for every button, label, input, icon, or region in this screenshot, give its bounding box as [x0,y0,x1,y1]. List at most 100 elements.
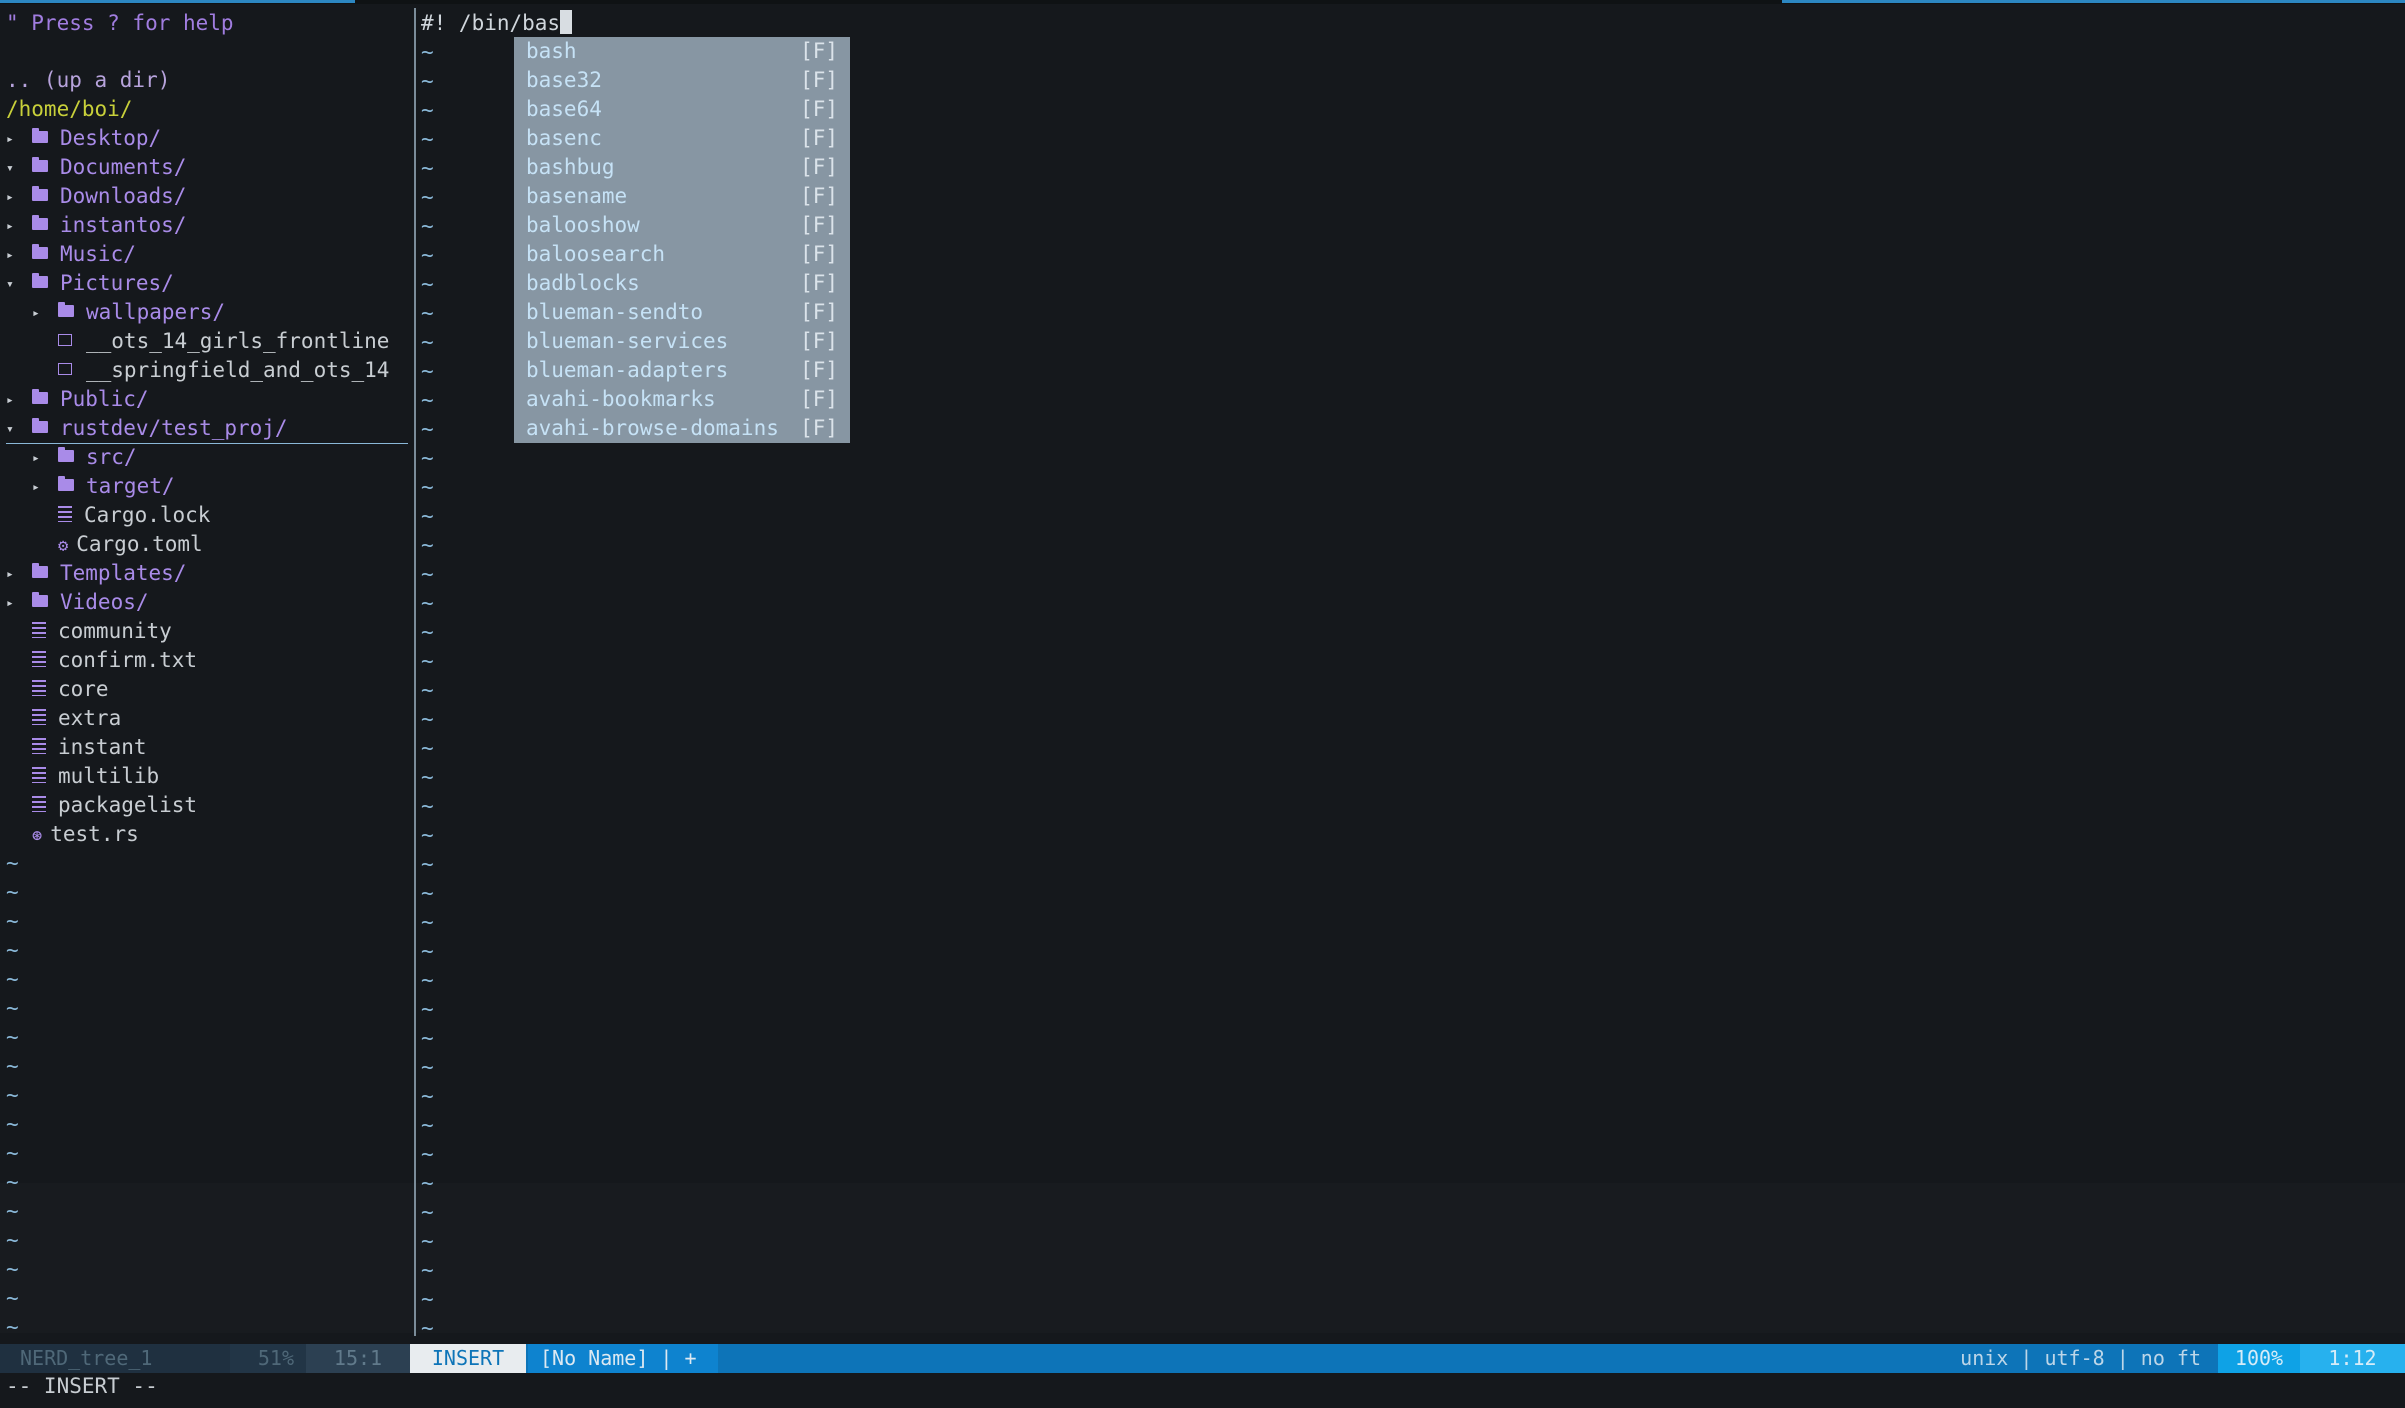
vertical-split-separator[interactable] [414,8,416,1336]
completion-popup: bash [F] base32 [F] base64 [F] basenc [F] bashbu… [514,37,850,443]
completion-item[interactable]: avahi-browse-domains [F] [514,414,850,443]
completion-kind: [F] [800,358,838,382]
empty-line-tilde: ~ [421,156,434,180]
empty-line-tilde: ~ [6,1286,19,1310]
folder-icon [32,418,48,433]
completion-item[interactable]: basenc [F] [514,124,850,153]
file-name: extra [58,706,122,730]
tree-entry[interactable]: __springfield_and_ots_14 [32,356,389,385]
completion-item[interactable]: balooshow [F] [514,211,850,240]
empty-line-tilde: ~ [421,968,434,992]
status-tree-position: 15:1 [306,1344,410,1373]
empty-line-tilde: ~ [421,272,434,296]
empty-line-tilde: ~ [421,243,434,267]
tree-entry[interactable]: extra [6,704,121,733]
completion-item[interactable]: blueman-adapters [F] [514,356,850,385]
completion-item[interactable]: base32 [F] [514,66,850,95]
empty-line-tilde: ~ [6,996,19,1020]
vim-window: " Press ? for help .. (up a dir) /home/b… [0,0,2405,1408]
directory-name: rustdev/test_proj/ [60,416,288,440]
tree-entry[interactable]: ▸ Downloads/ [6,182,186,211]
text-file-icon [32,796,46,812]
completion-item[interactable]: bash [F] [514,37,850,66]
completion-kind: [F] [800,271,838,295]
collapsed-arrow-icon[interactable]: ▸ [6,212,18,241]
tree-entry[interactable]: multilib [6,762,159,791]
tree-entry[interactable]: ⚙ Cargo.toml [32,530,203,559]
completion-kind: [F] [800,155,838,179]
nerdtree-up-a-dir[interactable]: .. (up a dir) [6,66,170,95]
tree-entry[interactable]: core [6,675,109,704]
completion-item[interactable]: base64 [F] [514,95,850,124]
collapsed-arrow-icon[interactable]: ▸ [32,444,44,473]
tree-entry[interactable]: ▸ instantos/ [6,211,186,240]
image-file-icon [58,334,72,346]
empty-line-tilde: ~ [6,1141,19,1165]
tree-entry[interactable]: confirm.txt [6,646,197,675]
status-buffer-name: [No Name] | + [528,1344,718,1373]
tree-entry[interactable]: instant [6,733,147,762]
tree-entry[interactable]: ⊛ test.rs [6,820,139,849]
empty-line-tilde: ~ [6,1257,19,1281]
nerdtree-root-path[interactable]: /home/boi/ [6,95,132,124]
empty-line-tilde: ~ [6,1170,19,1194]
expanded-arrow-icon[interactable]: ▾ [6,415,18,444]
collapsed-arrow-icon[interactable]: ▸ [32,299,44,328]
directory-name: wallpapers/ [86,300,226,324]
tree-entry[interactable]: packagelist [6,791,197,820]
directory-name: Downloads/ [60,184,187,208]
tree-entry[interactable]: ▸ Public/ [6,385,149,414]
expanded-arrow-icon[interactable]: ▾ [6,154,18,183]
tree-entry[interactable]: ▸ target/ [32,472,175,501]
completion-kind: [F] [800,39,838,63]
tree-entry[interactable]: ▾ rustdev/test_proj/ [6,414,408,444]
tree-entry[interactable]: ▾ Documents/ [6,153,186,182]
expanded-arrow-icon[interactable]: ▾ [6,270,18,299]
completion-item[interactable]: avahi-bookmarks [F] [514,385,850,414]
empty-line-tilde: ~ [6,1112,19,1136]
status-line-col: 1:12 [2300,1344,2405,1373]
empty-line-tilde: ~ [421,939,434,963]
collapsed-arrow-icon[interactable]: ▸ [6,183,18,212]
completion-item[interactable]: blueman-services [F] [514,327,850,356]
collapsed-arrow-icon[interactable]: ▸ [6,589,18,618]
empty-line-tilde: ~ [421,185,434,209]
file-name: multilib [58,764,160,788]
completion-item[interactable]: blueman-sendto [F] [514,298,850,327]
tree-entry[interactable]: ▾ Pictures/ [6,269,174,298]
command-line[interactable]: -- INSERT -- [6,1372,158,1401]
tree-entry[interactable]: ▸ Music/ [6,240,136,269]
completion-word: baloosearch [526,242,666,266]
collapsed-arrow-icon[interactable]: ▸ [6,560,18,589]
empty-line-tilde: ~ [421,504,434,528]
editor-line-1[interactable]: #! /bin/bas [421,9,573,38]
collapsed-arrow-icon[interactable]: ▸ [6,125,18,154]
empty-line-tilde: ~ [421,1316,434,1340]
tree-entry[interactable]: ▸ src/ [32,443,137,472]
completion-kind: [F] [800,213,838,237]
collapsed-arrow-icon[interactable]: ▸ [32,473,44,502]
completion-item[interactable]: bashbug [F] [514,153,850,182]
tree-entry[interactable]: Cargo.lock [32,501,210,530]
completion-kind: [F] [800,300,838,324]
empty-line-tilde: ~ [421,1084,434,1108]
tree-entry[interactable]: ▸ Desktop/ [6,124,161,153]
collapsed-arrow-icon[interactable]: ▸ [6,241,18,270]
text-file-icon [58,506,72,522]
tree-entry[interactable]: ▸ wallpapers/ [32,298,225,327]
collapsed-arrow-icon[interactable]: ▸ [6,386,18,415]
tree-entry[interactable]: ▸ Videos/ [6,588,149,617]
completion-item[interactable]: baloosearch [F] [514,240,850,269]
text-file-icon [32,738,46,754]
gear-icon: ⚙ [58,536,69,556]
editor-line-1-text: #! /bin/bas [421,11,561,35]
folder-icon [32,273,48,288]
text-cursor [560,10,573,34]
completion-item[interactable]: badblocks [F] [514,269,850,298]
tree-entry[interactable]: __ots_14_girls_frontline [32,327,389,356]
completion-item[interactable]: basename [F] [514,182,850,211]
completion-kind: [F] [800,126,838,150]
completion-kind: [F] [800,242,838,266]
tree-entry[interactable]: community [6,617,172,646]
tree-entry[interactable]: ▸ Templates/ [6,559,186,588]
